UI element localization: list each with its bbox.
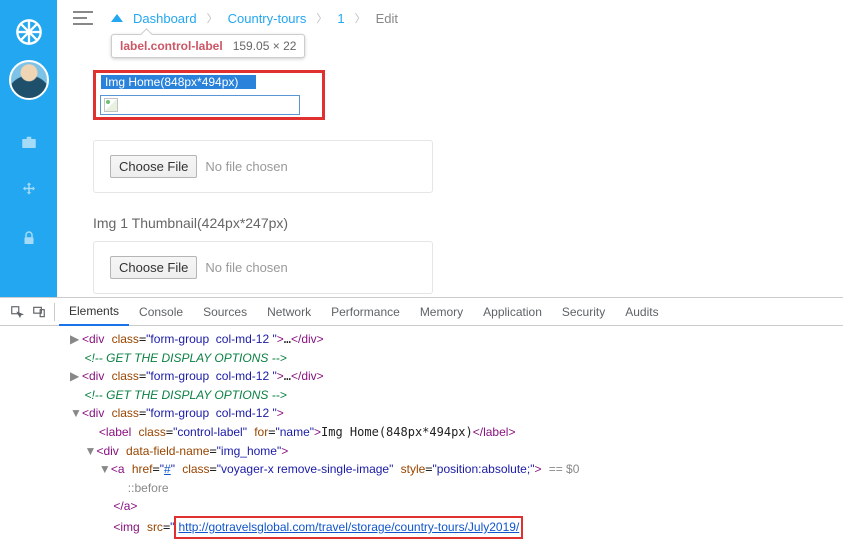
tab-network[interactable]: Network	[257, 299, 321, 325]
image-preview-box[interactable]	[100, 95, 300, 115]
tooltip-dimensions: 159.05 × 22	[233, 39, 297, 53]
inspected-label: Img Home(848px*494px)	[101, 75, 256, 89]
breadcrumb-action: Edit	[376, 11, 398, 26]
device-toggle-icon[interactable]	[28, 305, 50, 319]
no-file-text-1: No file chosen	[205, 159, 287, 174]
devtools-tabs: Elements Console Sources Network Perform…	[0, 298, 843, 326]
breadcrumb-resource[interactable]: Country-tours	[228, 11, 307, 26]
no-file-text-2: No file chosen	[205, 260, 287, 275]
thumbnail-label: Img 1 Thumbnail(424px*247px)	[93, 215, 433, 231]
file-row-2: Choose File No file chosen	[93, 241, 433, 294]
inspect-element-icon[interactable]	[6, 305, 28, 319]
tab-memory[interactable]: Memory	[410, 299, 473, 325]
file-row-1: Choose File No file chosen	[93, 140, 433, 193]
tab-sources[interactable]: Sources	[193, 299, 257, 325]
tab-elements[interactable]: Elements	[59, 298, 129, 326]
briefcase-icon[interactable]	[9, 122, 49, 162]
tab-audits[interactable]: Audits	[615, 299, 668, 325]
tab-security[interactable]: Security	[552, 299, 615, 325]
tooltip-selector: label.control-label	[120, 39, 223, 53]
devtools: Elements Console Sources Network Perform…	[0, 297, 843, 542]
menu-toggle-icon[interactable]	[73, 6, 97, 30]
choose-file-button-1[interactable]: Choose File	[110, 155, 197, 178]
home-icon	[111, 10, 123, 22]
img-src-url[interactable]: http://gotravelsglobal.com/travel/storag…	[178, 520, 519, 534]
topbar: Dashboard 〉 Country-tours 〉 1 〉 Edit	[73, 0, 833, 36]
left-sidebar	[0, 0, 57, 297]
tab-application[interactable]: Application	[473, 299, 552, 325]
chevron-right-icon: 〉	[207, 10, 218, 26]
avatar[interactable]	[9, 60, 49, 100]
breadcrumb-id[interactable]: 1	[337, 11, 344, 26]
devtools-elements-tree[interactable]: ▶<div class="form-group col-md-12 ">…</d…	[0, 326, 843, 542]
main-content: Dashboard 〉 Country-tours 〉 1 〉 Edit lab…	[57, 0, 843, 297]
app-logo-icon[interactable]	[9, 12, 49, 52]
chevron-right-icon: 〉	[316, 10, 327, 26]
inspector-tooltip: label.control-label 159.05 × 22	[111, 34, 305, 58]
tab-performance[interactable]: Performance	[321, 299, 410, 325]
form-panel: Img Home(848px*494px) Choose File No fil…	[93, 70, 433, 294]
chevron-right-icon: 〉	[355, 10, 366, 26]
choose-file-button-2[interactable]: Choose File	[110, 256, 197, 279]
broken-image-icon	[104, 98, 118, 112]
tab-console[interactable]: Console	[129, 299, 193, 325]
lock-icon[interactable]	[9, 218, 49, 258]
breadcrumb: Dashboard 〉 Country-tours 〉 1 〉 Edit	[111, 10, 398, 26]
move-icon[interactable]	[9, 170, 49, 210]
breadcrumb-dashboard[interactable]: Dashboard	[133, 11, 197, 26]
img-home-field-highlight: Img Home(848px*494px)	[93, 70, 325, 120]
